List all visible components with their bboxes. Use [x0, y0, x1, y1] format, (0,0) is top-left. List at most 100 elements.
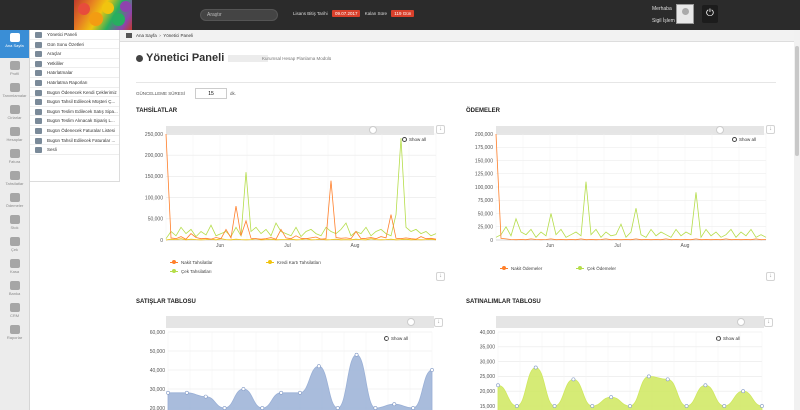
left-nav-item[interactable]: CRM — [0, 300, 29, 322]
refresh-interval-input[interactable] — [195, 88, 227, 99]
data-point — [260, 406, 265, 410]
x-tick-label: Jul — [614, 243, 620, 249]
left-nav-label: Stok — [10, 225, 19, 230]
left-nav-item[interactable]: Ana Sayfa — [0, 30, 29, 58]
left-nav-label: Profil — [9, 71, 20, 76]
submenu-item[interactable]: Hatırlatma Raporları — [30, 78, 119, 88]
y-tick-label: 50,000 — [148, 217, 164, 223]
legend-label: Kredi Kartı Tahsilatları — [277, 260, 321, 265]
y-tick-label: 150,000 — [145, 174, 163, 180]
data-point — [392, 402, 397, 407]
remaining-label: Kalan Süre — [364, 11, 388, 16]
left-nav-item[interactable]: Ödemeler — [0, 190, 29, 212]
left-nav-item[interactable]: Raporlar — [0, 322, 29, 344]
report-icon — [35, 79, 42, 86]
y-tick-label: 40,000 — [150, 368, 166, 374]
submenu-label: Gün Sonu Özetleri — [47, 41, 85, 47]
submenu-item[interactable]: Araçlar — [30, 49, 119, 59]
legend-item[interactable]: Nakit Tahsilatlar — [170, 260, 213, 265]
left-nav-item[interactable]: Kasa — [0, 256, 29, 278]
collections-legend: Nakit Tahsilatlar Kredi Kartı Tahsilatlar… — [170, 260, 430, 280]
power-icon[interactable]: ⏻ — [702, 5, 718, 23]
submenu-item[interactable]: Hatırlatmalar — [30, 68, 119, 78]
submenu-item[interactable]: Yetkililer — [30, 59, 119, 69]
avatar[interactable] — [676, 4, 694, 24]
download-icon[interactable]: ↓ — [766, 272, 775, 281]
left-nav-item[interactable]: Stok — [0, 212, 29, 234]
legend-label: Çek Tahsilatları — [181, 269, 212, 274]
y-tick-label: 15,000 — [480, 404, 496, 410]
y-tick-label: 200,000 — [475, 132, 493, 138]
legend-item[interactable]: Çek Ödemeler — [576, 266, 616, 271]
collections-plot: 0 50,000 100,000 150,000 200,000 250,000 Jun Ju… — [145, 132, 437, 249]
breadcrumb-home[interactable]: Ana Sayfa — [136, 33, 157, 38]
submenu-label: Bugün Ödenecek Faturalar Listesi — [47, 127, 116, 133]
collections-chart: ↓ Show all 0 50,000 100,000 150,000 200,000 2… — [136, 124, 446, 294]
calendar-icon — [35, 41, 42, 48]
y-tick-label: 100,000 — [145, 195, 163, 201]
legend-label: Nakit Ödemeler — [511, 266, 543, 271]
box-icon — [9, 215, 20, 224]
submenu-item[interactable]: Bugün Teslim Alınacak Sipariş L... — [30, 116, 119, 126]
left-nav-item[interactable]: Tanımlamalar — [0, 80, 29, 102]
left-nav-item[interactable]: Fatura — [0, 146, 29, 168]
legend-item[interactable]: Çek Tahsilatları — [170, 269, 212, 274]
submenu-item[interactable]: Bugün Teslim Edilecek Satış Sipa... — [30, 107, 119, 117]
left-nav-item[interactable]: Çek — [0, 234, 29, 256]
left-nav-label: Cirlarlar — [7, 115, 22, 120]
data-point — [684, 404, 689, 408]
sound-icon — [35, 147, 42, 154]
legend-item[interactable]: Nakit Ödemeler — [500, 266, 542, 271]
y-tick-label: 30,000 — [480, 359, 496, 365]
legend-item[interactable]: Kredi Kartı Tahsilatları — [266, 260, 321, 265]
submenu-item[interactable]: Gün Sonu Özetleri — [30, 40, 119, 50]
left-nav-label: Kasa — [9, 269, 20, 274]
data-point — [354, 352, 359, 357]
submenu-label: Hatırlatmalar — [47, 70, 73, 76]
left-nav-item[interactable]: Profil — [0, 58, 29, 80]
submenu-label: Bugün Tahsil Edilecek Faturalar ... — [47, 137, 116, 143]
submenu-item[interactable]: Sesli — [30, 145, 119, 155]
submenu-label: Bugün Ödenecek Kendi Çeklerimiz — [47, 89, 117, 95]
home-icon[interactable] — [126, 33, 132, 38]
y-tick-label: 200,000 — [145, 153, 163, 159]
order-icon — [35, 118, 42, 125]
x-tick-label: Jul — [284, 243, 290, 249]
search-input[interactable]: Araştır — [200, 9, 278, 21]
check-icon — [9, 237, 20, 246]
order-icon — [35, 108, 42, 115]
submenu-item[interactable]: Bugün Tahsil Edilecek Faturalar ... — [30, 136, 119, 146]
refresh-label: GÜNCELLEME SÜRESİ — [136, 91, 186, 96]
scrollbar-thumb[interactable] — [795, 46, 799, 156]
data-point — [203, 394, 208, 399]
y-tick-label: 50,000 — [478, 211, 494, 217]
submenu-item[interactable]: Bugün Tahsil Edilecek Müşteri Ç... — [30, 97, 119, 107]
left-nav-item[interactable]: Banka — [0, 278, 29, 300]
payments-legend: Nakit Ödemeler Çek Ödemeler — [500, 266, 760, 278]
data-point — [316, 364, 321, 369]
home-icon — [9, 33, 20, 42]
left-nav-item[interactable]: Cirlarlar — [0, 102, 29, 124]
brand-logo[interactable] — [74, 0, 132, 30]
user-info[interactable]: Merhaba Sigil İşlem — [652, 6, 675, 24]
left-nav-item[interactable]: Tahsilatlar — [0, 168, 29, 190]
left-nav-item[interactable]: Hesaplar — [0, 124, 29, 146]
page-subtitle: Kurumsal Hesap Planlama Modülü — [262, 56, 332, 61]
legend-label: Nakit Tahsilatlar — [181, 260, 213, 265]
y-tick-label: 60,000 — [150, 330, 166, 336]
y-tick-label: 20,000 — [480, 389, 496, 395]
payments-chart: ↓ Show all 0 25,000 50,000 75,000 100,000 125… — [466, 124, 776, 294]
purchases-chart: ↓ Show all 15,000 20,000 25,000 30,000 35,00… — [466, 314, 776, 410]
submenu-item[interactable]: Bugün Ödenecek Faturalar Listesi — [30, 126, 119, 136]
submenu-item[interactable]: Bugün Ödenecek Kendi Çeklerimiz — [30, 88, 119, 98]
submenu-item[interactable]: Yönetici Paneli — [30, 30, 119, 40]
y-tick-label: 100,000 — [475, 185, 493, 191]
download-icon[interactable]: ↓ — [436, 272, 445, 281]
tools-icon — [35, 51, 42, 58]
user-icon — [9, 61, 20, 70]
y-tick-label: 30,000 — [150, 387, 166, 393]
sales-chart: ↓ Show all 20,000 30,000 40,000 50,000 60,00… — [136, 314, 446, 410]
users-icon — [9, 127, 20, 136]
data-point — [552, 404, 557, 408]
y-tick-label: 250,000 — [145, 132, 163, 138]
